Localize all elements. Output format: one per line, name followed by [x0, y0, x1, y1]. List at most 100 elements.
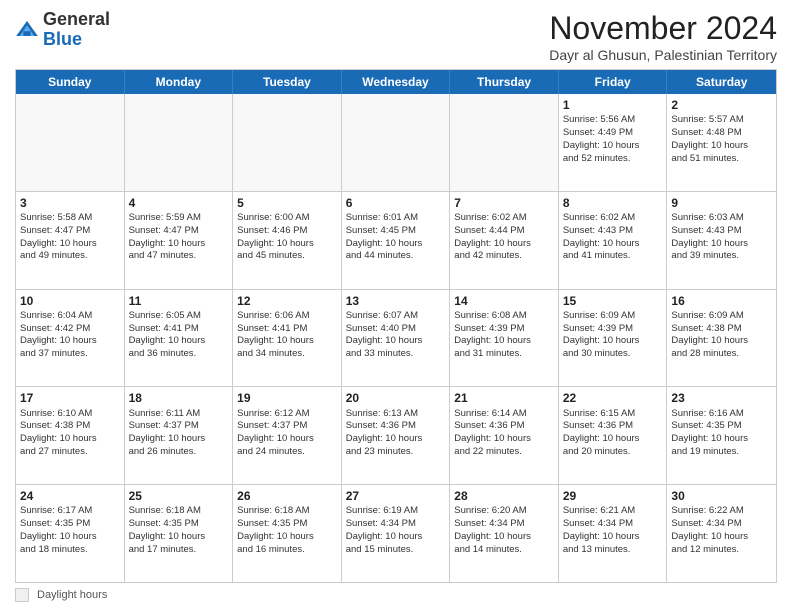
- cell-content-line: Daylight: 10 hours: [346, 238, 423, 249]
- cell-content-line: Sunrise: 6:04 AM: [20, 310, 92, 321]
- col-monday: Monday: [125, 70, 234, 94]
- cell-content-line: Sunset: 4:41 PM: [237, 323, 307, 334]
- calendar-cell-w1-d7: 2Sunrise: 5:57 AMSunset: 4:48 PMDaylight…: [667, 94, 776, 191]
- cell-content-line: and 23 minutes.: [346, 446, 414, 457]
- cell-content-line: and 19 minutes.: [671, 446, 739, 457]
- cell-content-line: Daylight: 10 hours: [129, 238, 206, 249]
- week-row-3: 10Sunrise: 6:04 AMSunset: 4:42 PMDayligh…: [16, 289, 776, 387]
- cell-content-line: Daylight: 10 hours: [563, 433, 640, 444]
- cell-content-line: Sunset: 4:38 PM: [671, 323, 741, 334]
- logo-icon: [15, 18, 39, 42]
- cell-content-line: Sunrise: 6:15 AM: [563, 408, 635, 419]
- cell-content-line: Sunrise: 6:12 AM: [237, 408, 309, 419]
- cell-content-line: and 30 minutes.: [563, 348, 631, 359]
- calendar-cell-w3-d7: 16Sunrise: 6:09 AMSunset: 4:38 PMDayligh…: [667, 290, 776, 387]
- day-number: 30: [671, 488, 772, 504]
- cell-content-line: Sunset: 4:37 PM: [237, 420, 307, 431]
- cell-content-line: Sunrise: 6:09 AM: [671, 310, 743, 321]
- day-number: 4: [129, 195, 229, 211]
- cell-content-line: Sunrise: 6:01 AM: [346, 212, 418, 223]
- cell-content-line: Sunset: 4:47 PM: [129, 225, 199, 236]
- day-number: 11: [129, 293, 229, 309]
- cell-content-line: and 42 minutes.: [454, 250, 522, 261]
- col-friday: Friday: [559, 70, 668, 94]
- cell-content-line: Sunset: 4:45 PM: [346, 225, 416, 236]
- cell-content-line: Sunset: 4:39 PM: [454, 323, 524, 334]
- calendar-cell-w4-d4: 20Sunrise: 6:13 AMSunset: 4:36 PMDayligh…: [342, 387, 451, 484]
- cell-content-line: Sunset: 4:36 PM: [346, 420, 416, 431]
- cell-content-line: Sunrise: 5:56 AM: [563, 114, 635, 125]
- cell-content-line: Daylight: 10 hours: [20, 531, 97, 542]
- cell-content-line: Sunset: 4:37 PM: [129, 420, 199, 431]
- cell-content-line: and 49 minutes.: [20, 250, 88, 261]
- cell-content-line: Daylight: 10 hours: [20, 433, 97, 444]
- cell-content-line: Daylight: 10 hours: [563, 140, 640, 151]
- day-number: 17: [20, 390, 120, 406]
- day-number: 19: [237, 390, 337, 406]
- cell-content-line: Sunrise: 6:08 AM: [454, 310, 526, 321]
- logo-blue-text: Blue: [43, 29, 82, 49]
- cell-content-line: Daylight: 10 hours: [454, 335, 531, 346]
- calendar-cell-w4-d7: 23Sunrise: 6:16 AMSunset: 4:35 PMDayligh…: [667, 387, 776, 484]
- daylight-legend-box: [15, 588, 29, 602]
- cell-content-line: and 37 minutes.: [20, 348, 88, 359]
- cell-content-line: Daylight: 10 hours: [20, 238, 97, 249]
- cell-content-line: Sunrise: 5:57 AM: [671, 114, 743, 125]
- header: General Blue November 2024 Dayr al Ghusu…: [15, 10, 777, 63]
- cell-content-line: and 28 minutes.: [671, 348, 739, 359]
- cell-content-line: Sunset: 4:36 PM: [454, 420, 524, 431]
- cell-content-line: Sunset: 4:38 PM: [20, 420, 90, 431]
- cell-content-line: and 45 minutes.: [237, 250, 305, 261]
- calendar-cell-w1-d5: [450, 94, 559, 191]
- cell-content-line: Sunset: 4:34 PM: [671, 518, 741, 529]
- calendar-cell-w2-d5: 7Sunrise: 6:02 AMSunset: 4:44 PMDaylight…: [450, 192, 559, 289]
- cell-content-line: Sunrise: 6:07 AM: [346, 310, 418, 321]
- col-sunday: Sunday: [16, 70, 125, 94]
- cell-content-line: Sunrise: 6:16 AM: [671, 408, 743, 419]
- col-thursday: Thursday: [450, 70, 559, 94]
- cell-content-line: Daylight: 10 hours: [563, 335, 640, 346]
- calendar-cell-w3-d3: 12Sunrise: 6:06 AM Sunset: 4:41 PMDayligh…: [233, 290, 342, 387]
- cell-content-line: and 41 minutes.: [563, 250, 631, 261]
- footer: Daylight hours: [15, 588, 777, 602]
- cell-content-line: and 16 minutes.: [237, 544, 305, 555]
- cell-content-line: Sunset: 4:49 PM: [563, 127, 633, 138]
- cell-content-line: Sunrise: 6:10 AM: [20, 408, 92, 419]
- cell-content-line: Sunrise: 6:18 AM: [237, 505, 309, 516]
- day-number: 8: [563, 195, 663, 211]
- day-number: 5: [237, 195, 337, 211]
- cell-content-line: Sunrise: 6:00 AM: [237, 212, 309, 223]
- daylight-label: Daylight hours: [37, 589, 107, 601]
- day-number: 12: [237, 293, 337, 309]
- calendar-cell-w4-d1: 17 Sunrise: 6:10 AMSunset: 4:38 PM Dayligh…: [16, 387, 125, 484]
- cell-content-line: Sunset: 4:43 PM: [671, 225, 741, 236]
- day-number: 9: [671, 195, 772, 211]
- cell-content-line: Sunrise: 6:19 AM: [346, 505, 418, 516]
- cell-content-line: Sunrise: 6:11 AM: [129, 408, 201, 419]
- cell-content-line: and 13 minutes.: [563, 544, 631, 555]
- cell-content-line: Sunset: 4:48 PM: [671, 127, 741, 138]
- calendar-cell-w4-d2: 18Sunrise: 6:11 AMSunset: 4:37 PMDayligh…: [125, 387, 234, 484]
- cell-content-line: Sunrise: 6:20 AM: [454, 505, 526, 516]
- calendar-cell-w4-d3: 19Sunrise: 6:12 AMSunset: 4:37 PMDayligh…: [233, 387, 342, 484]
- calendar-cell-w2-d7: 9Sunrise: 6:03 AMSunset: 4:43 PMDaylight…: [667, 192, 776, 289]
- cell-content-line: and 22 minutes.: [454, 446, 522, 457]
- cell-content-line: Sunset: 4:46 PM: [237, 225, 307, 236]
- calendar-cell-w5-d2: 25Sunrise: 6:18 AMSunset: 4:35 PMDayligh…: [125, 485, 234, 582]
- cell-content-line: and 34 minutes.: [237, 348, 305, 359]
- calendar-cell-w5-d3: 26Sunrise: 6:18 AMSunset: 4:35 PMDayligh…: [233, 485, 342, 582]
- col-tuesday: Tuesday: [233, 70, 342, 94]
- cell-content-line: and 27 minutes.: [20, 446, 88, 457]
- cell-content-line: Sunset: 4:41 PM: [129, 323, 199, 334]
- calendar-cell-w5-d1: 24Sunrise: 6:17 AMSunset: 4:35 PMDayligh…: [16, 485, 125, 582]
- cell-content-line: and 14 minutes.: [454, 544, 522, 555]
- cell-content-line: Daylight: 10 hours: [237, 335, 314, 346]
- page: General Blue November 2024 Dayr al Ghusu…: [0, 0, 792, 612]
- cell-content-line: Sunrise: 6:06 AM: [237, 310, 309, 321]
- cell-content-line: Sunrise: 6:22 AM: [671, 505, 743, 516]
- cell-content-line: and 51 minutes.: [671, 153, 739, 164]
- cell-content-line: Daylight: 10 hours: [671, 531, 748, 542]
- calendar-cell-w2-d4: 6Sunrise: 6:01 AMSunset: 4:45 PMDaylight…: [342, 192, 451, 289]
- calendar-header: Sunday Monday Tuesday Wednesday Thursday…: [16, 70, 776, 94]
- calendar-cell-w5-d6: 29Sunrise: 6:21 AMSunset: 4:34 PMDayligh…: [559, 485, 668, 582]
